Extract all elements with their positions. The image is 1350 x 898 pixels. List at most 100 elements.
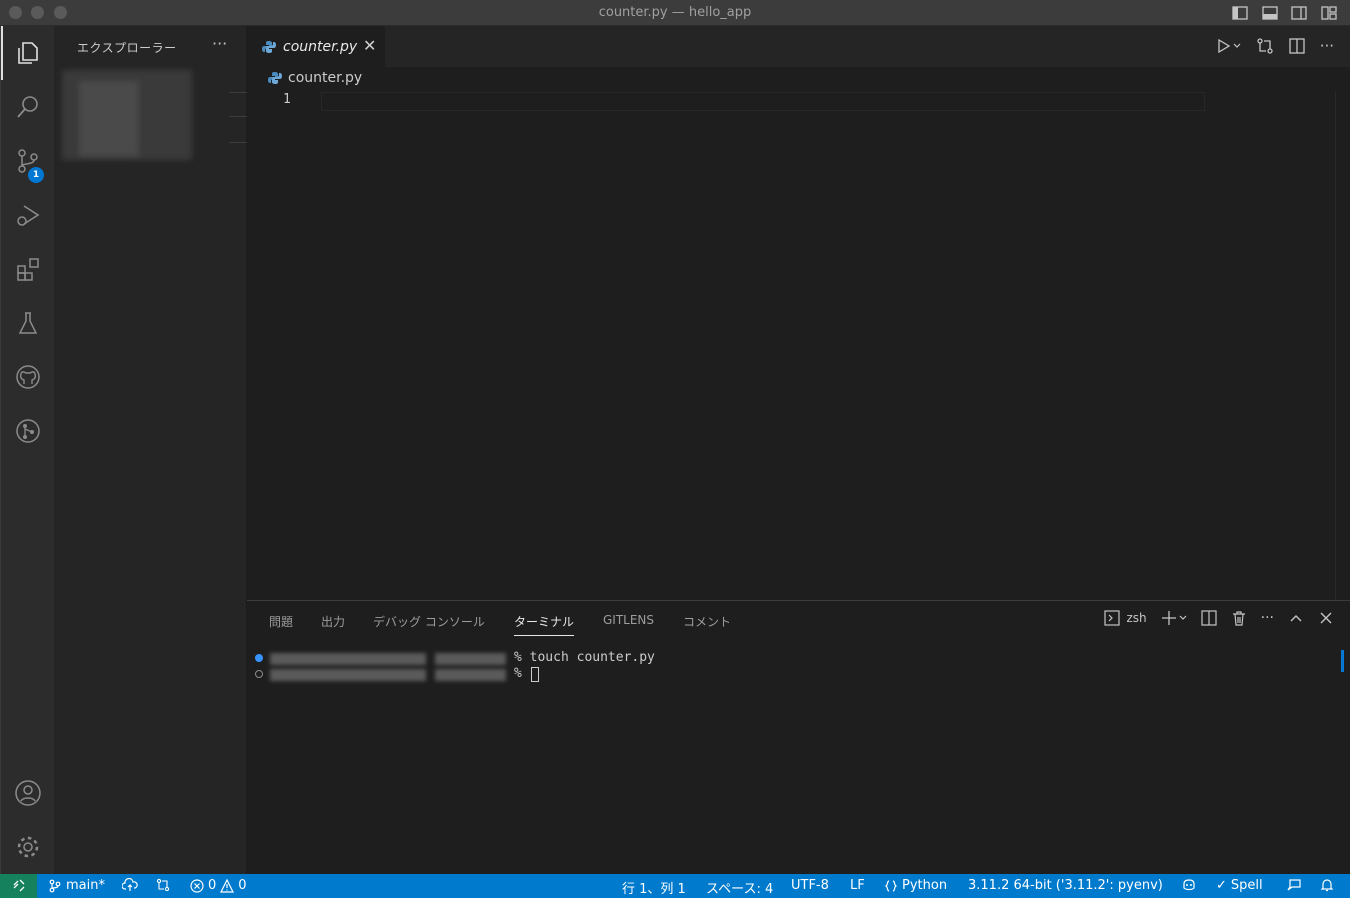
explorer-sidebar: エクスプローラー ··· — [54, 26, 247, 874]
redacted-prompt — [435, 669, 506, 681]
copilot-button[interactable] — [1181, 878, 1197, 892]
tab-counter-py[interactable]: counter.py ✕ — [247, 26, 385, 67]
vertical-scrollbar[interactable] — [1335, 92, 1336, 600]
terminal-profile[interactable]: zsh — [1104, 610, 1147, 626]
check-icon: ✓ — [1216, 878, 1227, 893]
editor-more-icon[interactable]: ··· — [1320, 37, 1334, 55]
spell-check[interactable]: ✓ Spell — [1216, 878, 1263, 893]
source-control-button[interactable]: 1 — [1, 134, 55, 188]
run-python-file-icon[interactable] — [1216, 38, 1242, 54]
bottom-panel: 問題 出力 デバッグ コンソール ターミナル GITLENS コメント zsh … — [247, 600, 1350, 874]
split-editor-icon[interactable] — [1288, 37, 1306, 55]
gear-icon — [17, 836, 39, 858]
remote-indicator[interactable] — [0, 874, 37, 898]
command-success-decoration[interactable] — [255, 654, 263, 662]
close-panel-icon[interactable] — [1318, 610, 1334, 626]
redacted-prompt — [270, 653, 426, 665]
editor-area[interactable] — [247, 67, 1350, 600]
toggle-panel-icon[interactable] — [1261, 4, 1279, 22]
breadcrumb-file[interactable]: counter.py — [288, 70, 362, 86]
cloud-upload-icon — [122, 878, 138, 891]
line-number: 1 — [283, 92, 291, 107]
publish-branch-button[interactable] — [122, 878, 138, 892]
terminal-line: % — [514, 666, 522, 681]
terminal-icon — [1104, 610, 1121, 626]
github-button[interactable] — [1, 350, 55, 404]
status-bar: main* 0 0 行 1、列 1 スペース: 4 UTF-8 LF Pytho… — [0, 874, 1350, 898]
testing-button[interactable] — [1, 296, 55, 350]
activity-bar: 1 — [0, 26, 54, 874]
flask-icon — [18, 312, 38, 334]
shell-name: zsh — [1126, 611, 1147, 625]
close-tab-icon[interactable]: ✕ — [363, 36, 376, 55]
terminal-cursor — [531, 667, 539, 682]
tab-problems[interactable]: 問題 — [269, 613, 293, 630]
branch-indicator[interactable]: main* — [48, 878, 105, 893]
braces-icon — [884, 879, 898, 892]
breadcrumb[interactable]: counter.py — [268, 70, 362, 86]
tab-terminal[interactable]: ターミナル — [514, 613, 575, 636]
branch-name: main* — [66, 878, 105, 893]
bell-icon — [1320, 879, 1334, 892]
run-debug-button[interactable] — [1, 188, 55, 242]
new-terminal-icon[interactable] — [1161, 610, 1187, 626]
redacted-file-tree-detail — [79, 81, 139, 156]
copilot-icon — [1183, 879, 1195, 891]
python-file-icon — [262, 41, 276, 53]
search-icon — [17, 96, 38, 118]
panel-more-icon[interactable]: ··· — [1261, 610, 1274, 626]
search-button[interactable] — [1, 80, 55, 134]
trash-icon[interactable] — [1231, 610, 1247, 626]
problems-indicator[interactable]: 0 0 — [190, 878, 247, 893]
tab-output[interactable]: 出力 — [321, 613, 345, 630]
error-icon — [190, 878, 204, 893]
tab-comments[interactable]: コメント — [683, 613, 731, 630]
split-terminal-icon[interactable] — [1201, 610, 1217, 626]
feedback-button[interactable] — [1286, 878, 1302, 892]
title-bar: counter.py — hello_app — [0, 0, 1350, 26]
warning-count: 0 — [238, 878, 247, 893]
tree-divider — [229, 142, 247, 143]
cursor-position[interactable]: 行 1、列 1 — [622, 878, 686, 897]
tree-divider — [229, 116, 247, 117]
extensions-icon — [17, 258, 39, 281]
redacted-prompt — [270, 669, 426, 681]
editor-tab-bar: counter.py ✕ ··· — [247, 26, 1350, 67]
language-mode[interactable]: Python — [884, 878, 947, 893]
customize-layout-icon[interactable] — [1320, 4, 1338, 22]
accounts-button[interactable] — [1, 766, 55, 820]
open-changes-icon[interactable] — [1256, 37, 1274, 55]
explorer-button[interactable] — [1, 26, 55, 80]
github-icon — [16, 365, 40, 389]
tab-gitlens[interactable]: GITLENS — [603, 613, 654, 627]
panel-actions: zsh ··· — [1104, 610, 1334, 626]
toggle-sidebar-icon[interactable] — [1231, 4, 1249, 22]
git-branch-icon — [49, 879, 61, 892]
chevron-up-icon[interactable] — [1288, 610, 1304, 626]
python-interpreter[interactable]: 3.11.2 64-bit ('3.11.2': pyenv) — [968, 878, 1163, 893]
indentation-indicator[interactable]: スペース: 4 — [706, 878, 773, 897]
gitlens-button[interactable] — [1, 404, 55, 458]
files-icon — [18, 42, 38, 64]
gitlens-status-button[interactable] — [156, 878, 170, 892]
command-pending-decoration[interactable] — [255, 670, 263, 678]
tab-debug-console[interactable]: デバッグ コンソール — [373, 613, 485, 630]
encoding-indicator[interactable]: UTF-8 — [791, 878, 829, 893]
extensions-button[interactable] — [1, 242, 55, 296]
error-count: 0 — [208, 878, 217, 893]
scm-count-badge: 1 — [28, 167, 44, 183]
manage-button[interactable] — [1, 820, 55, 874]
feedback-icon — [1287, 879, 1301, 891]
editor-actions: ··· — [1216, 37, 1334, 55]
tab-label: counter.py — [283, 39, 358, 55]
toggle-secondary-sidebar-icon[interactable] — [1290, 4, 1308, 22]
eol-indicator[interactable]: LF — [850, 878, 865, 893]
terminal-line: % touch counter.py — [514, 650, 655, 665]
sidebar-title: エクスプローラー — [77, 41, 177, 55]
python-file-icon — [268, 72, 282, 84]
sidebar-more-button[interactable]: ··· — [212, 34, 227, 53]
terminal-scrollbar[interactable] — [1341, 650, 1344, 672]
notifications-button[interactable] — [1320, 878, 1334, 892]
redacted-prompt — [435, 653, 506, 665]
spell-label: Spell — [1230, 878, 1263, 893]
